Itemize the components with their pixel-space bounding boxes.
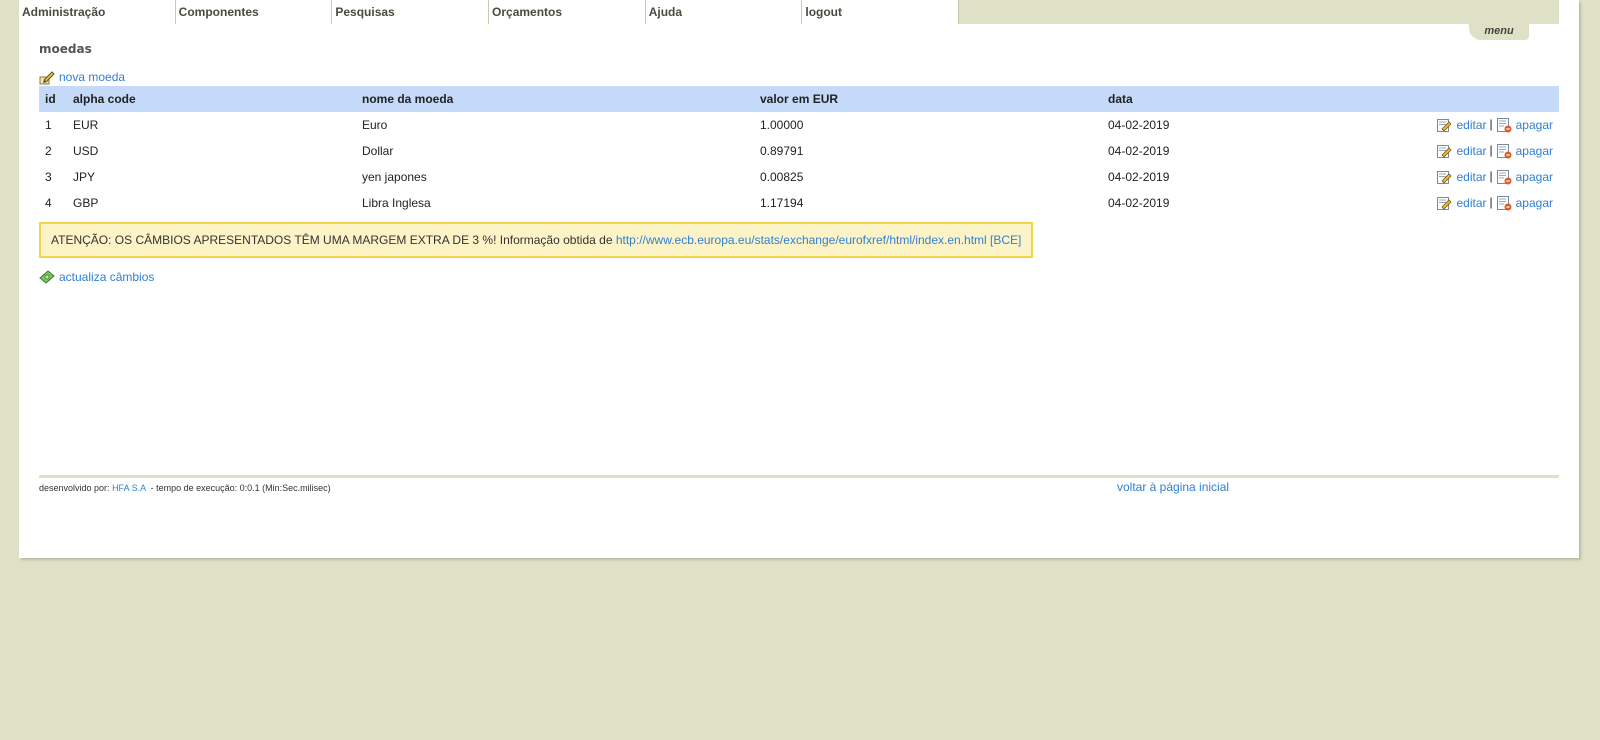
delete-link[interactable]: apagar bbox=[1516, 196, 1553, 210]
col-alpha-code: alpha code bbox=[67, 86, 356, 112]
cell-actions: editar | apagar bbox=[1294, 190, 1559, 216]
footer-exec-time: - tempo de execução: 0:0.1 (Min:Sec.mili… bbox=[150, 483, 331, 493]
cell-code: GBP bbox=[73, 196, 99, 210]
cell-name: yen japones bbox=[362, 170, 427, 184]
cell-id: 3 bbox=[45, 170, 52, 184]
cell-code: USD bbox=[73, 144, 99, 158]
edit-document-icon[interactable] bbox=[1436, 169, 1453, 185]
cell-value: 1.00000 bbox=[760, 118, 804, 132]
action-separator: | bbox=[1489, 169, 1493, 184]
edit-link[interactable]: editar bbox=[1456, 170, 1486, 184]
action-separator: | bbox=[1489, 195, 1493, 210]
delete-link[interactable]: apagar bbox=[1516, 170, 1553, 184]
table-row: 1 EUR Euro 1.00000 04-02-2019 editar | a… bbox=[39, 112, 1559, 138]
nav-item-administracao[interactable]: Administração bbox=[19, 0, 176, 24]
edit-document-icon[interactable] bbox=[1436, 143, 1453, 159]
pencil-edit-icon bbox=[39, 69, 55, 85]
table-header-row: id alpha code nome da moeda valor em EUR… bbox=[39, 86, 1559, 112]
delete-document-icon[interactable] bbox=[1496, 195, 1512, 211]
col-date: data bbox=[1102, 86, 1294, 112]
action-separator: | bbox=[1489, 143, 1493, 158]
cell-actions: editar | apagar bbox=[1294, 138, 1559, 164]
col-currency-name: nome da moeda bbox=[356, 86, 754, 112]
footer-divider bbox=[39, 475, 1559, 478]
money-note-icon bbox=[39, 269, 55, 285]
top-nav: Administração Componentes Pesquisas Orça… bbox=[19, 0, 960, 24]
table-row: 4 GBP Libra Inglesa 1.17194 04-02-2019 e… bbox=[39, 190, 1559, 216]
update-rates-row: actualiza câmbios bbox=[39, 269, 154, 285]
table-row: 2 USD Dollar 0.89791 04-02-2019 editar |… bbox=[39, 138, 1559, 164]
nav-item-pesquisas[interactable]: Pesquisas bbox=[332, 0, 490, 24]
delete-link[interactable]: apagar bbox=[1516, 144, 1553, 158]
cell-id: 4 bbox=[45, 196, 52, 210]
cell-date: 04-02-2019 bbox=[1108, 196, 1170, 210]
col-value-eur: valor em EUR bbox=[754, 86, 1102, 112]
currency-table: id alpha code nome da moeda valor em EUR… bbox=[39, 86, 1559, 216]
cell-name: Dollar bbox=[362, 144, 394, 158]
action-separator: | bbox=[1489, 117, 1493, 132]
home-link[interactable]: voltar à página inicial bbox=[1117, 480, 1229, 494]
cell-name: Libra Inglesa bbox=[362, 196, 431, 210]
delete-link[interactable]: apagar bbox=[1516, 118, 1553, 132]
footer-company-link[interactable]: HFA S.A bbox=[112, 483, 146, 493]
menu-tab[interactable]: menu bbox=[1469, 24, 1529, 40]
cell-date: 04-02-2019 bbox=[1108, 170, 1170, 184]
cell-actions: editar | apagar bbox=[1294, 164, 1559, 190]
footer-dev-label: desenvolvido por: bbox=[39, 483, 110, 493]
cell-actions: editar | apagar bbox=[1294, 112, 1559, 138]
cell-id: 1 bbox=[45, 118, 52, 132]
cell-value: 0.00825 bbox=[760, 170, 804, 184]
nav-item-orcamentos[interactable]: Orçamentos bbox=[489, 0, 646, 24]
cell-code: EUR bbox=[73, 118, 99, 132]
page-title: moedas bbox=[39, 42, 92, 56]
ecb-link[interactable]: http://www.ecb.europa.eu/stats/exchange/… bbox=[616, 233, 1022, 247]
cell-value: 1.17194 bbox=[760, 196, 804, 210]
delete-document-icon[interactable] bbox=[1496, 117, 1512, 133]
warning-text: ATENÇÃO: OS CÂMBIOS APRESENTADOS TÊM UMA… bbox=[51, 233, 613, 247]
edit-link[interactable]: editar bbox=[1456, 144, 1486, 158]
update-rates-link[interactable]: actualiza câmbios bbox=[59, 270, 154, 284]
footer-credits: desenvolvido por: HFA S.A - tempo de exe… bbox=[39, 483, 331, 493]
cell-date: 04-02-2019 bbox=[1108, 144, 1170, 158]
cell-name: Euro bbox=[362, 118, 388, 132]
nav-item-ajuda[interactable]: Ajuda bbox=[646, 0, 803, 24]
delete-document-icon[interactable] bbox=[1496, 143, 1512, 159]
cell-code: JPY bbox=[73, 170, 96, 184]
new-currency-link[interactable]: nova moeda bbox=[59, 70, 125, 84]
edit-document-icon[interactable] bbox=[1436, 117, 1453, 133]
col-actions bbox=[1294, 86, 1559, 112]
cell-id: 2 bbox=[45, 144, 52, 158]
exchange-warning: ATENÇÃO: OS CÂMBIOS APRESENTADOS TÊM UMA… bbox=[39, 222, 1033, 258]
footer-home: voltar à página inicial bbox=[1117, 480, 1229, 494]
edit-link[interactable]: editar bbox=[1456, 118, 1486, 132]
edit-document-icon[interactable] bbox=[1436, 195, 1453, 211]
cell-value: 0.89791 bbox=[760, 144, 804, 158]
nav-item-logout[interactable]: logout bbox=[802, 0, 960, 24]
new-currency-row: nova moeda bbox=[39, 69, 125, 85]
edit-link[interactable]: editar bbox=[1456, 196, 1486, 210]
delete-document-icon[interactable] bbox=[1496, 169, 1512, 185]
col-id: id bbox=[39, 86, 67, 112]
nav-filler bbox=[959, 0, 1559, 24]
cell-date: 04-02-2019 bbox=[1108, 118, 1170, 132]
nav-item-componentes[interactable]: Componentes bbox=[176, 0, 333, 24]
table-row: 3 JPY yen japones 0.00825 04-02-2019 edi… bbox=[39, 164, 1559, 190]
